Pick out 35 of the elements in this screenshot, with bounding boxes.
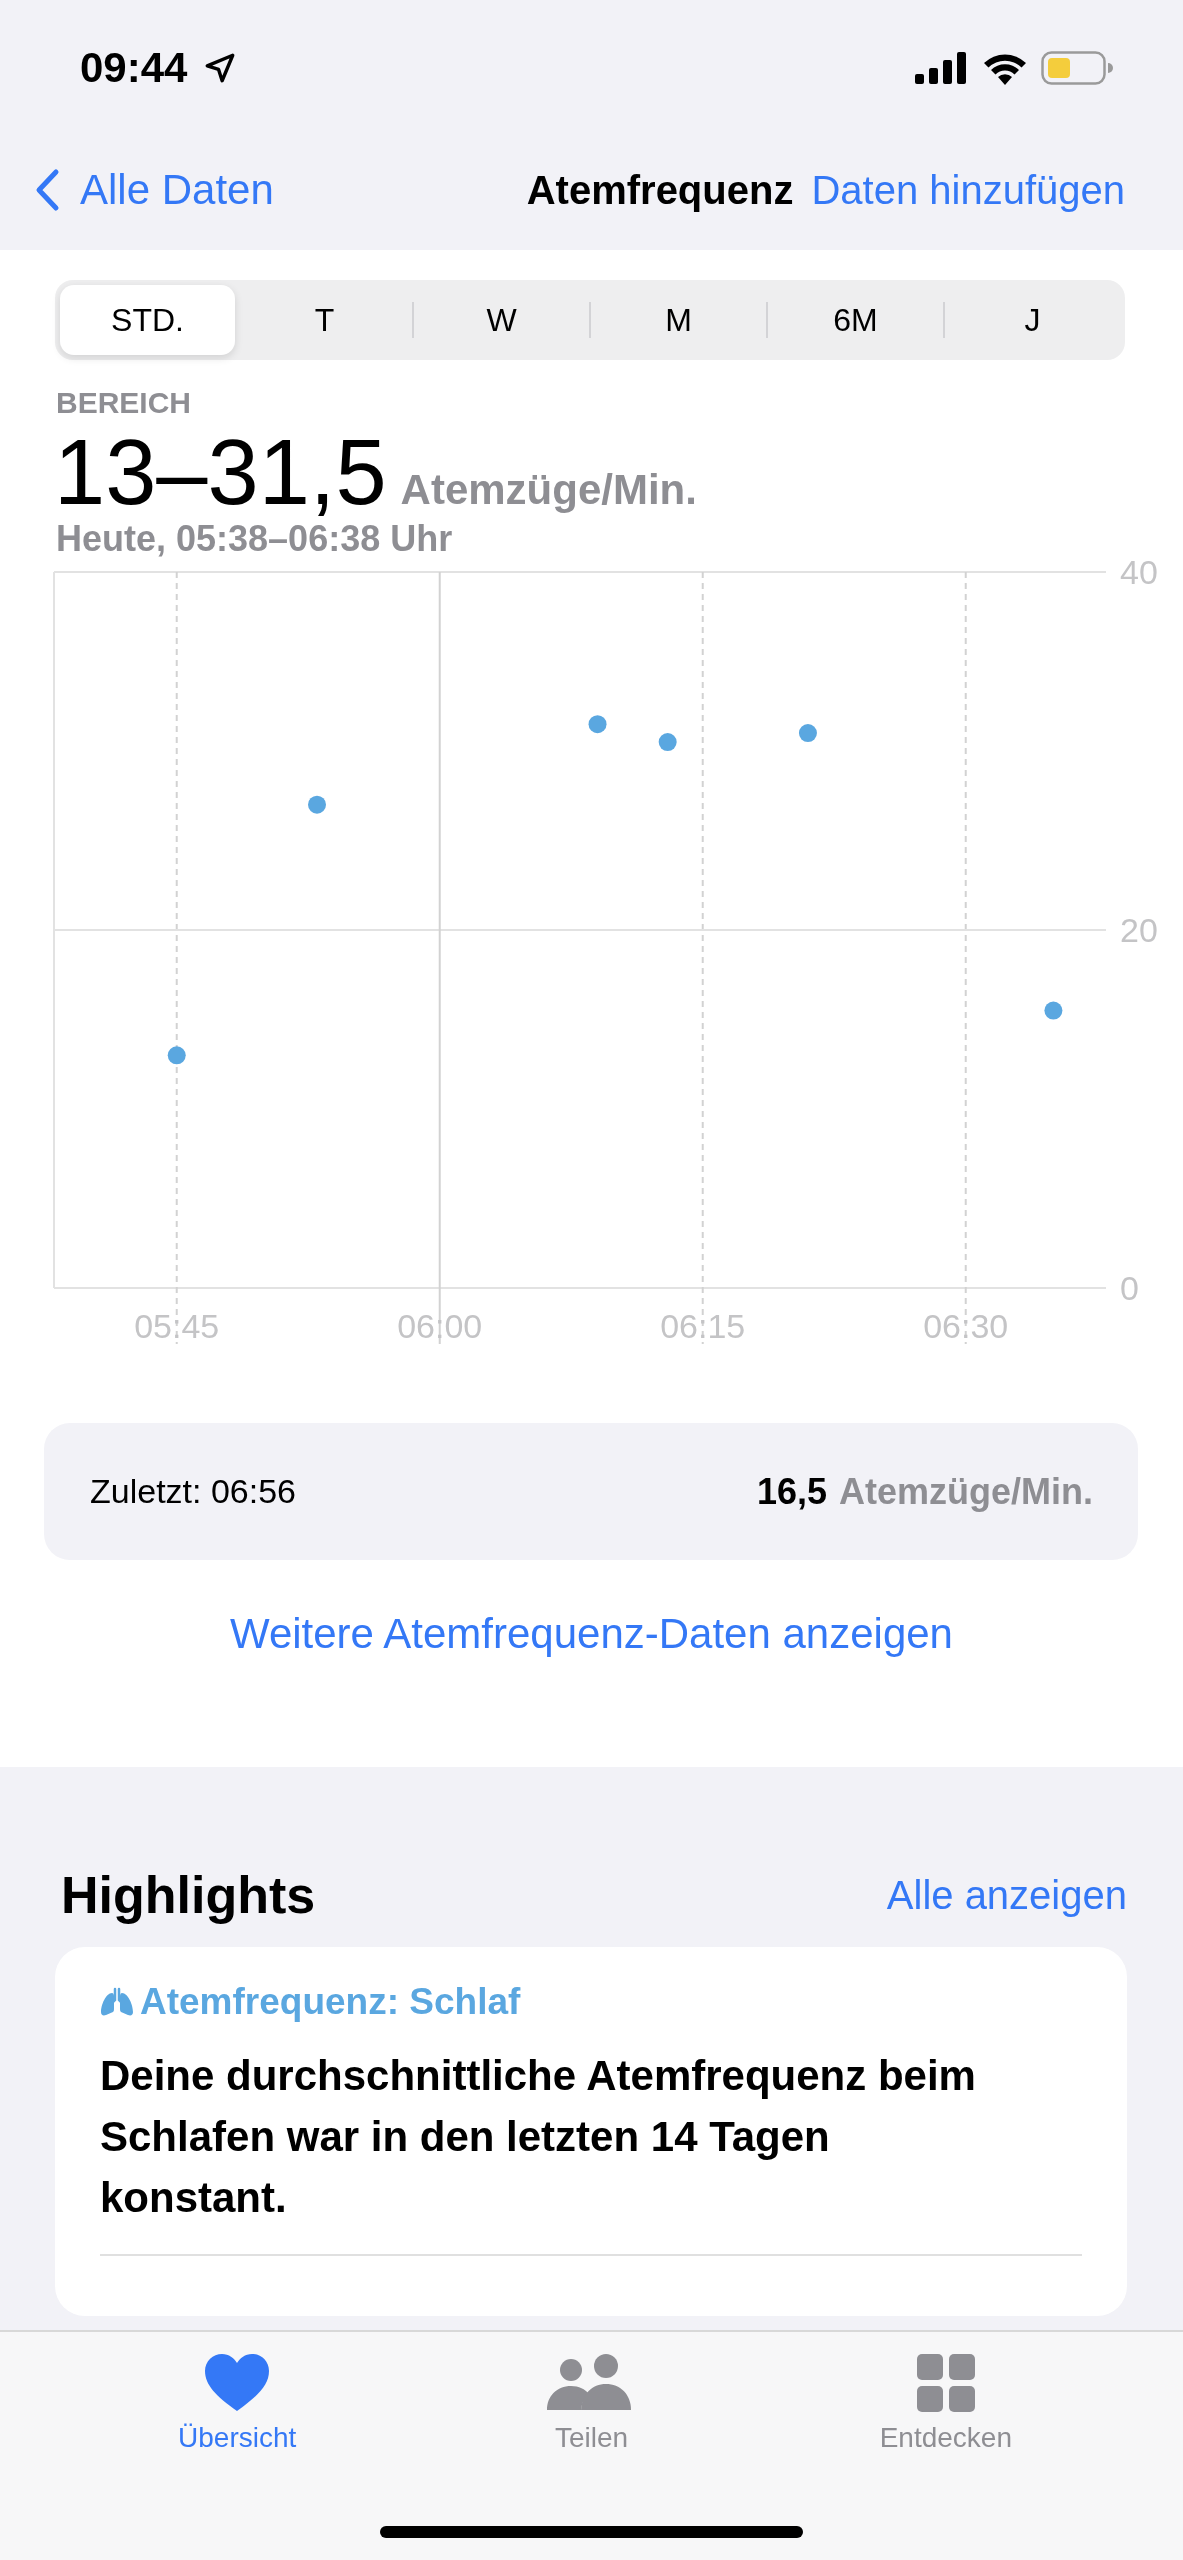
tab-bar-item[interactable]: Übersicht — [107, 2354, 368, 2454]
y-tick-label: 40 — [1120, 553, 1158, 591]
segment-tab[interactable]: 6M — [768, 285, 943, 355]
more-data-link[interactable]: Weitere Atemfrequenz-Daten anzeigen — [230, 1610, 953, 1658]
show-all-link[interactable]: Alle anzeigen — [886, 1872, 1127, 1918]
unit-label: Atemzüge/Min. — [839, 1470, 1093, 1513]
latest-value: 16,5 — [756, 1470, 827, 1513]
segment-tab[interactable]: T — [237, 285, 412, 355]
segment-tab[interactable]: J — [945, 285, 1120, 355]
highlight-card[interactable]: Atemfrequenz: Schlaf Deine durchschnittliche Atemfrequenz beim Schlafen war in den letzten 14 Tagen konstant. — [55, 1947, 1127, 2316]
highlight-text: Deine durchschnittliche Atemfrequenz beim Schlafen war in den letzten 14 Tagen konstant. — [100, 2051, 977, 2223]
grid-icon — [916, 2354, 975, 2412]
unit-label: Atemzüge/Min. — [400, 466, 697, 514]
x-tick-label: 06:15 — [660, 1307, 746, 1345]
x-tick-label: 06:30 — [923, 1307, 1009, 1345]
lungs-icon — [100, 1987, 134, 2017]
segment-tab[interactable]: STD. — [60, 285, 235, 355]
x-tick-label: 06:00 — [397, 1307, 483, 1345]
range-label: BEREICH — [56, 386, 192, 420]
segment-tab[interactable]: M — [591, 285, 766, 355]
x-tick-label: 05:45 — [134, 1307, 220, 1345]
section-title: Highlights — [61, 1865, 316, 1925]
y-tick-label: 20 — [1120, 911, 1158, 949]
add-data-button[interactable]: Daten hinzufügen — [811, 167, 1125, 213]
latest-label: Zuletzt: 06:56 — [90, 1472, 296, 1511]
back-button[interactable]: Alle Daten — [34, 166, 274, 214]
segment-tab[interactable]: W — [414, 285, 589, 355]
signal-icon — [915, 52, 969, 84]
y-tick-label: 0 — [1120, 1269, 1139, 1307]
battery-icon — [1041, 51, 1113, 85]
highlight-title: Atemfrequenz: Schlaf — [140, 1981, 521, 2023]
heart-icon — [204, 2354, 271, 2412]
chevron-left-icon — [34, 168, 60, 212]
screen-title: Atemfrequenz — [526, 167, 794, 213]
status-time: 09:44 — [80, 44, 188, 92]
